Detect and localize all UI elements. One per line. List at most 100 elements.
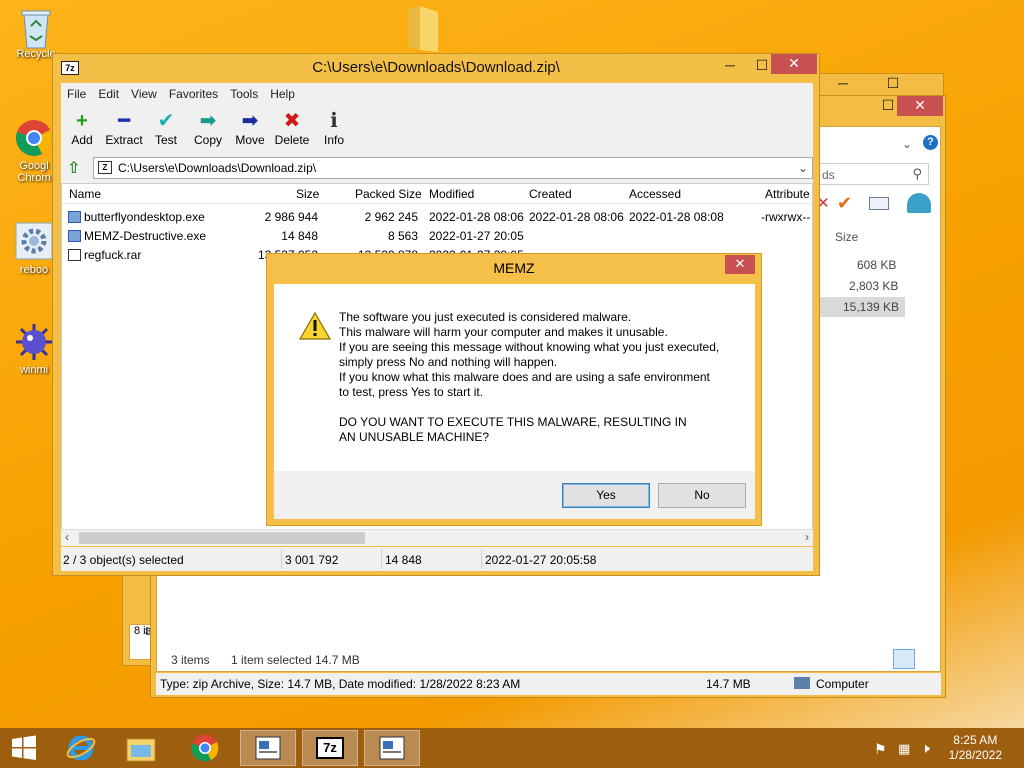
desktop-icon-winmine[interactable]: winmi — [12, 322, 56, 376]
desktop-icon-recycle-bin[interactable]: Recycle — [6, 6, 66, 60]
toolbar: + Add ━ Extract ✔ Test ➡ Copy ➡ Move ✖ Delete ℹ Info — [61, 105, 813, 153]
extract-button[interactable]: ━ Extract — [103, 105, 145, 153]
chrome-icon — [14, 118, 54, 158]
zip-file-icon: Z — [98, 161, 112, 174]
taskbar-7zip[interactable]: 7z — [302, 730, 358, 766]
close-button[interactable]: ✕ — [897, 96, 943, 116]
internet-explorer-icon[interactable] — [54, 730, 108, 766]
chrome-taskbar-icon[interactable] — [178, 730, 232, 766]
exe-file-icon — [68, 211, 81, 223]
status-packed-size: 14 848 — [385, 553, 422, 567]
list-header: Name Size Packed Size Modified Created A… — [62, 184, 812, 204]
toolbar-label: Delete — [274, 133, 310, 147]
dialog-title: MEMZ — [493, 260, 535, 276]
add-icon: + — [76, 110, 88, 132]
taskbar: 7z ⚑ ▦ 🕨 8:25 AM 1/28/2022 — [0, 728, 1024, 768]
file-size: 15,139 KB — [843, 300, 900, 314]
network-icon[interactable]: ▦ — [898, 741, 910, 757]
column-created[interactable]: Created — [529, 187, 572, 201]
menu-tools[interactable]: Tools — [224, 87, 264, 101]
chevron-down-icon[interactable]: ⌄ — [902, 137, 912, 151]
minimize-button[interactable]: ─ — [715, 56, 745, 76]
dialog-close-button[interactable]: ✕ — [725, 255, 755, 274]
copy-button[interactable]: ➡ Copy — [187, 105, 229, 153]
status-selected: 2 / 3 object(s) selected — [63, 553, 184, 567]
status-date: 2022-01-27 20:05:58 — [485, 553, 597, 567]
menu-view[interactable]: View — [125, 87, 163, 101]
menu-help[interactable]: Help — [264, 87, 301, 101]
file-name: MEMZ-Destructive.exe — [84, 229, 207, 243]
file-packed-size: 2 962 245 — [364, 210, 418, 224]
size-column-header[interactable]: Size — [835, 230, 858, 244]
scroll-right-icon[interactable]: › — [805, 530, 809, 544]
menu-file[interactable]: File — [61, 87, 92, 101]
start-button[interactable] — [0, 730, 48, 766]
large-icons-view-icon[interactable] — [917, 649, 937, 669]
up-folder-icon[interactable]: ⇧ — [67, 158, 80, 178]
details-view-icon[interactable] — [893, 649, 915, 669]
memz-dialog[interactable]: MEMZ ✕ The software you just executed is… — [266, 253, 762, 526]
7zip-titlebar[interactable]: 7z C:\Users\e\Downloads\Download.zip\ ─ … — [53, 54, 819, 83]
help-icon[interactable]: ? — [923, 135, 938, 150]
info-icon: ℹ — [330, 110, 338, 132]
chevron-down-icon[interactable]: ⌄ — [798, 158, 808, 178]
copy-icon: ➡ — [199, 110, 217, 132]
toolbar-label: Move — [235, 133, 265, 147]
file-size: 14 848 — [281, 229, 318, 243]
desktop-icon-label: Googl Chrom — [17, 160, 51, 184]
horizontal-scrollbar[interactable]: ‹ › — [61, 529, 813, 546]
taskbar-app-window[interactable] — [364, 730, 420, 766]
test-button[interactable]: ✔ Test — [145, 105, 187, 153]
address-field[interactable]: Z C:\Users\e\Downloads\Download.zip\ ⌄ — [93, 157, 813, 179]
move-button[interactable]: ➡ Move — [229, 105, 271, 153]
dialog-body: The software you just executed is consid… — [274, 284, 755, 471]
mail-icon — [869, 197, 889, 210]
yes-button[interactable]: Yes — [562, 483, 650, 508]
items-count: 3 items — [171, 653, 210, 667]
test-icon: ✔ — [157, 110, 175, 132]
minimize-button[interactable]: ─ — [823, 74, 863, 94]
menubar: File Edit View Favorites Tools Help — [61, 83, 813, 105]
close-button[interactable]: ✕ — [771, 54, 817, 74]
column-accessed[interactable]: Accessed — [629, 187, 681, 201]
clock-time: 8:25 AM — [953, 733, 998, 747]
folder-icon[interactable] — [406, 6, 440, 55]
search-box[interactable]: ds ⚲ — [817, 163, 929, 185]
file-modified: 2022-01-27 20:05 — [429, 229, 524, 243]
table-row[interactable]: butterflyondesktop.exe 2 986 944 2 962 2… — [62, 207, 812, 226]
search-icon[interactable]: ⚲ — [912, 166, 922, 182]
extract-icon: ━ — [117, 110, 131, 132]
move-icon: ➡ — [241, 110, 259, 132]
column-packed-size[interactable]: Packed Size — [355, 187, 422, 201]
menu-edit[interactable]: Edit — [92, 87, 125, 101]
column-modified[interactable]: Modified — [429, 187, 474, 201]
message-line: simply press No and nothing will happen. — [339, 355, 558, 369]
maximize-button[interactable]: ☐ — [873, 74, 913, 94]
computer-icon — [794, 677, 810, 689]
search-placeholder: ds — [822, 168, 835, 182]
file-explorer-icon[interactable] — [114, 730, 168, 766]
scroll-left-icon[interactable]: ‹ — [65, 530, 69, 544]
status-type: Type: zip Archive, Size: 14.7 MB, Date m… — [160, 677, 521, 691]
column-name[interactable]: Name — [69, 187, 101, 201]
table-row[interactable]: MEMZ-Destructive.exe 14 848 8 563 2022-0… — [62, 226, 812, 245]
clock[interactable]: 8:25 AM 1/28/2022 — [949, 733, 1002, 763]
column-attributes[interactable]: Attribute — [765, 187, 810, 201]
info-button[interactable]: ℹ Info — [313, 105, 355, 153]
file-attributes: -rwxrwx-- — [761, 210, 811, 224]
rar-file-icon — [68, 249, 81, 261]
volume-muted-icon[interactable]: 🕨 — [921, 740, 930, 757]
file-name-cell: regfuck.rar — [68, 248, 141, 262]
add-button[interactable]: + Add — [61, 105, 103, 153]
file-name-cell: butterflyondesktop.exe — [68, 210, 205, 224]
no-button[interactable]: No — [658, 483, 746, 508]
desktop-icon-reboot[interactable]: reboo — [10, 222, 58, 276]
taskbar-app-window[interactable] — [240, 730, 296, 766]
address-bar: ⇧ Z C:\Users\e\Downloads\Download.zip\ ⌄ — [61, 153, 813, 183]
column-size[interactable]: Size — [296, 187, 319, 201]
scroll-thumb[interactable] — [79, 532, 365, 544]
menu-favorites[interactable]: Favorites — [163, 87, 224, 101]
flag-icon[interactable]: ⚑ — [874, 741, 887, 758]
delete-button[interactable]: ✖ Delete — [271, 105, 313, 153]
message-line: If you are seeing this message without k… — [339, 340, 720, 354]
